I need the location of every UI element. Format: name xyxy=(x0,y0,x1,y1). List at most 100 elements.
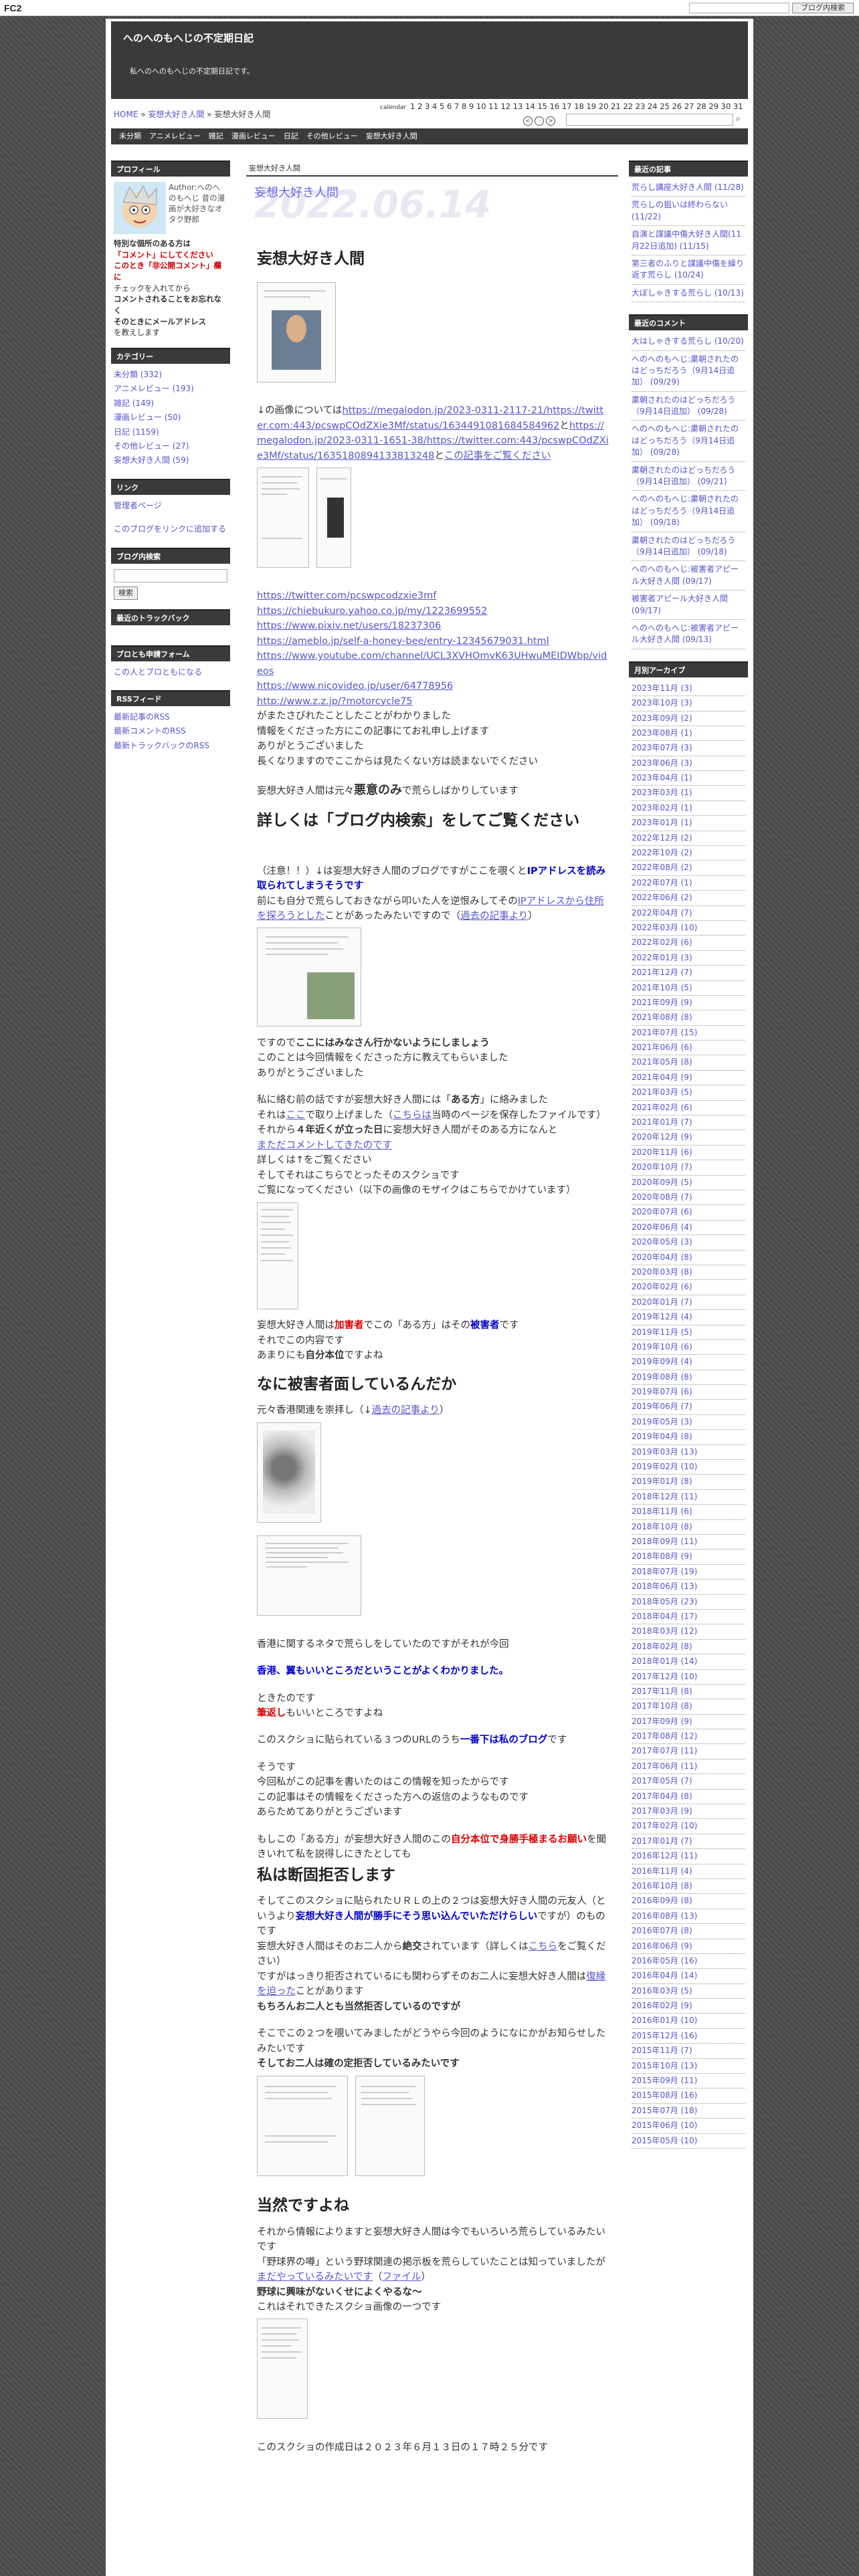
category-link[interactable]: 妄想大好き人間 (59) xyxy=(114,455,227,466)
archive-link[interactable]: 2019年02月 (10) xyxy=(632,1461,745,1475)
archive-link[interactable]: 2023年10月 (3) xyxy=(632,697,745,712)
archive-link[interactable]: 2020年01月 (7) xyxy=(632,1297,745,1311)
rss-link[interactable]: 最新トラックバックのRSS xyxy=(114,740,227,752)
blog-search-input[interactable] xyxy=(566,114,733,126)
breadcrumb-category[interactable]: 妄想大好き人間 xyxy=(148,110,204,119)
sidebar-search-button[interactable]: 検索 xyxy=(114,586,138,600)
archive-link[interactable]: 2021年07月 (15) xyxy=(632,1027,745,1041)
archive-link[interactable]: 2016年02月 (9) xyxy=(632,2000,745,2014)
archive-link[interactable]: 2016年08月 (13) xyxy=(632,1911,745,1925)
archive-link[interactable]: 2017年09月 (9) xyxy=(632,1716,745,1730)
archive-link[interactable]: 2019年05月 (3) xyxy=(632,1416,745,1430)
recent-entry-link[interactable]: 荒らしの狙いは終わらない (11/22) xyxy=(632,199,745,227)
archive-link[interactable]: 2022年07月 (1) xyxy=(632,877,745,891)
archive-link[interactable]: 2017年06月 (11) xyxy=(632,1761,745,1775)
archive-link[interactable]: 2021年04月 (9) xyxy=(632,1072,745,1086)
recent-comment-link[interactable]: へのへのもへじ:粛朝されたのはどっちだろう（9月14日追加） (09/18) xyxy=(632,494,745,532)
archive-link[interactable]: 2019年01月 (8) xyxy=(632,1476,745,1490)
add-link-link[interactable]: このブログをリンクに追加する xyxy=(114,524,227,535)
archive-link[interactable]: 2018年06月 (13) xyxy=(632,1581,745,1595)
recent-entry-link[interactable]: 第三者のふりと謀議中傷を繰り返す荒らし (10/24) xyxy=(632,258,745,285)
archive-link[interactable]: 2022年02月 (6) xyxy=(632,937,745,951)
archive-link[interactable]: 2023年02月 (1) xyxy=(632,802,745,817)
archive-link[interactable]: 2016年10月 (8) xyxy=(632,1881,745,1895)
archive-link[interactable]: 2018年02月 (8) xyxy=(632,1641,745,1655)
archive-link[interactable]: 2020年11月 (6) xyxy=(632,1147,745,1161)
here-link[interactable]: ここ xyxy=(286,1110,306,1121)
detail-link[interactable]: こちら xyxy=(529,1941,558,1952)
archive-link[interactable]: 2015年12月 (16) xyxy=(632,2030,745,2044)
archive-link[interactable]: 2021年03月 (5) xyxy=(632,1087,745,1101)
archive-link[interactable]: 2020年10月 (7) xyxy=(632,1162,745,1176)
archive-link[interactable]: 2018年04月 (17) xyxy=(632,1611,745,1625)
screenshot-thumbnail[interactable] xyxy=(257,2075,348,2176)
recent-comment-link[interactable]: 大はしゃきする荒らし (10/20) xyxy=(632,336,745,351)
fc2-search-input[interactable] xyxy=(689,3,789,13)
archive-link[interactable]: 2018年09月 (11) xyxy=(632,1536,745,1550)
nav-item[interactable]: 雑記 xyxy=(209,128,223,144)
archive-link[interactable]: 2015年05月 (10) xyxy=(632,2135,745,2149)
archive-link[interactable]: 2016年07月 (8) xyxy=(632,1925,745,1939)
archive-link[interactable]: 2021年08月 (8) xyxy=(632,1012,745,1026)
archive-link[interactable]: 2020年06月 (4) xyxy=(632,1222,745,1236)
archive-link[interactable]: 2023年11月 (3) xyxy=(632,683,745,697)
entry-title[interactable]: 妄想大好き人間 xyxy=(254,183,339,201)
recent-comment-link[interactable]: へのへのもへじ:被害者アピール大好き人間 (09/17) xyxy=(632,564,745,591)
archive-link[interactable]: 2023年08月 (1) xyxy=(632,728,745,742)
archive-link[interactable]: 2020年12月 (9) xyxy=(632,1132,745,1146)
saved-file-link[interactable]: こちらは xyxy=(393,1110,432,1121)
archive-link[interactable]: 2017年08月 (12) xyxy=(632,1731,745,1745)
nav-item[interactable]: 妄想大好き人間 xyxy=(366,128,417,144)
archive-link[interactable]: 2020年08月 (7) xyxy=(632,1192,745,1206)
screenshot-thumbnail[interactable] xyxy=(257,282,336,383)
mosaic-screenshot[interactable] xyxy=(257,1202,298,1309)
past-article-link-2[interactable]: 過去の記事より xyxy=(372,1405,440,1416)
screenshot-thumbnail[interactable] xyxy=(316,467,351,568)
category-link[interactable]: その他レビュー (27) xyxy=(114,441,227,452)
archive-link[interactable]: 2023年03月 (1) xyxy=(632,787,745,801)
recent-comment-link[interactable]: へのへのもへじ:被害者アピール大好き人間 (09/13) xyxy=(632,623,745,649)
archive-link[interactable]: 2022年12月 (2) xyxy=(632,833,745,847)
account-url[interactable]: https://www.pixiv.net/users/18237306 xyxy=(257,619,609,633)
archive-link[interactable]: 2020年09月 (5) xyxy=(632,1177,745,1190)
archive-link[interactable]: 2015年06月 (10) xyxy=(632,2120,745,2134)
comment-link[interactable]: まただコメントしてきたのです xyxy=(257,1140,392,1151)
archive-link[interactable]: 2022年04月 (7) xyxy=(632,907,745,921)
archive-link[interactable]: 2016年01月 (10) xyxy=(632,2015,745,2029)
archive-link[interactable]: 2016年09月 (8) xyxy=(632,1895,745,1909)
archive-link[interactable]: 2022年01月 (3) xyxy=(632,952,745,966)
archive-link[interactable]: 2021年09月 (9) xyxy=(632,997,745,1011)
archive-link[interactable]: 2017年02月 (10) xyxy=(632,1820,745,1834)
archive-link[interactable]: 2016年05月 (16) xyxy=(632,1955,745,1969)
fc2-logo[interactable]: FC2 xyxy=(4,3,21,13)
archive-link[interactable]: 2017年04月 (8) xyxy=(632,1791,745,1805)
account-url[interactable]: http://www.z.z.jp/?motorcycle75 xyxy=(257,694,609,709)
archive-link[interactable]: 2021年06月 (6) xyxy=(632,1042,745,1056)
category-link[interactable]: 雑記 (149) xyxy=(114,398,227,409)
still-doing-link[interactable]: まだやっているみたいです xyxy=(257,2272,373,2282)
archive-link[interactable]: 2017年11月 (8) xyxy=(632,1686,745,1700)
blog-title[interactable]: へのへのもへじの不定期日記 xyxy=(123,31,254,45)
rss-link[interactable]: 最新記事のRSS xyxy=(114,712,227,723)
account-url[interactable]: https://twitter.com/pcswpcodzxie3mf xyxy=(257,588,609,603)
archive-link[interactable]: 2021年12月 (7) xyxy=(632,967,745,981)
recent-comment-link[interactable]: へのへのもへじ:粛朝されたのはどっちだろう（9月14日追加） (09/28) xyxy=(632,423,745,462)
nav-item[interactable]: その他レビュー xyxy=(306,128,358,144)
calendar-days[interactable]: 1 2 3 4 5 6 7 8 9 10 11 12 13 14 15 16 1… xyxy=(410,102,743,111)
archive-link[interactable]: 2021年10月 (5) xyxy=(632,982,745,996)
archive-link[interactable]: 2017年05月 (7) xyxy=(632,1776,745,1790)
archive-link[interactable]: 2022年10月 (2) xyxy=(632,847,745,861)
archive-link[interactable]: 2016年06月 (9) xyxy=(632,1941,745,1954)
nav-item[interactable]: 漫画レビュー xyxy=(231,128,276,144)
screenshot-thumbnail[interactable] xyxy=(257,928,361,1027)
archive-link[interactable]: 2019年06月 (7) xyxy=(632,1401,745,1415)
archive-link[interactable]: 2016年12月 (11) xyxy=(632,1850,745,1864)
recent-comment-link[interactable]: 粛朝されたのはどっちだろう（9月14日追加） (09/18) xyxy=(632,535,745,562)
archive-link[interactable]: 2023年06月 (3) xyxy=(632,758,745,772)
archive-link[interactable]: 2019年03月 (13) xyxy=(632,1446,745,1461)
archive-link[interactable]: 2020年07月 (6) xyxy=(632,1206,745,1220)
archive-link[interactable]: 2018年12月 (11) xyxy=(632,1491,745,1505)
file-link[interactable]: ファイル xyxy=(382,2272,421,2282)
mosaic-screenshot[interactable] xyxy=(257,2319,308,2420)
screenshot-thumbnail[interactable] xyxy=(257,467,309,568)
